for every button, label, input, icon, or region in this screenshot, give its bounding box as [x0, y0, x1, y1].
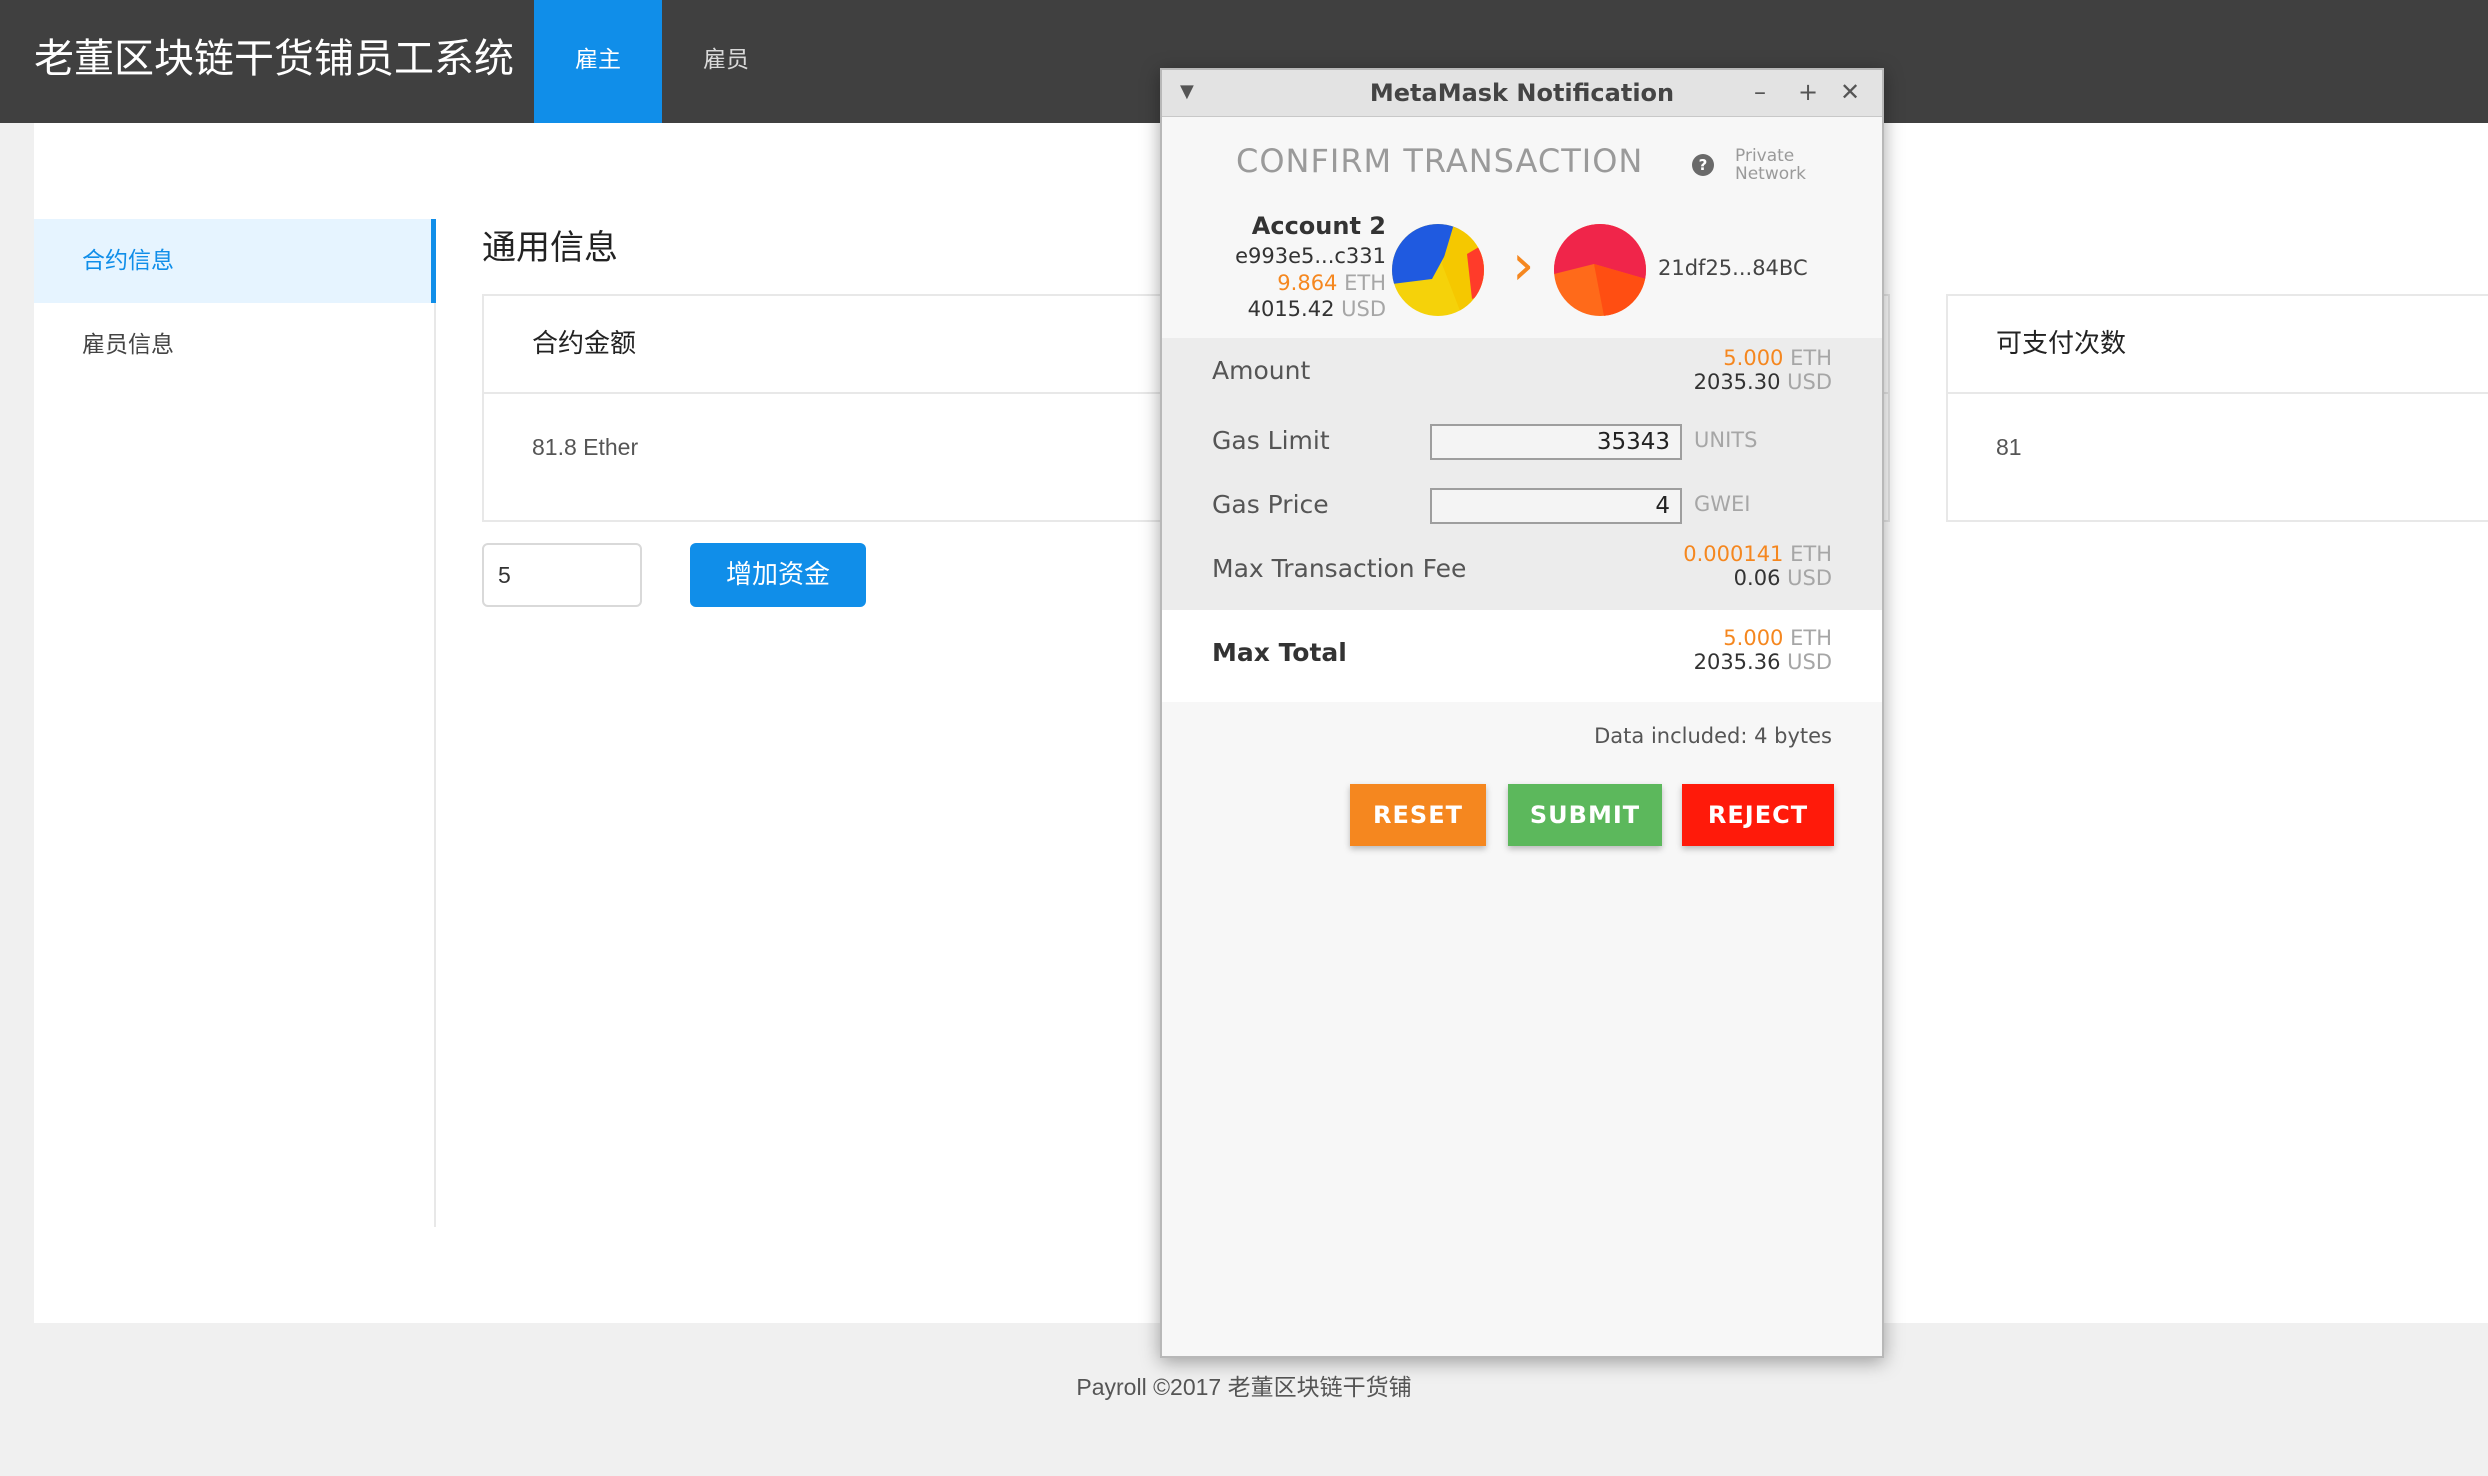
pay-count-card: 可支付次数 81 [1946, 294, 2488, 522]
eth-unit: ETH [1344, 271, 1386, 295]
gas-price-input[interactable]: 4 [1430, 488, 1682, 524]
account-address: e993e5...c331 [1235, 244, 1386, 268]
amount-eth: 5.000 [1723, 346, 1784, 370]
gas-price-label: Gas Price [1212, 490, 1329, 519]
amount-label: Amount [1212, 356, 1311, 385]
metamask-notification-window: ▼ MetaMask Notification – + ✕ CONFIRM TR… [1160, 68, 1884, 1358]
sidebar-item-contract-info[interactable]: 合约信息 [34, 219, 436, 303]
max-total-label: Max Total [1212, 638, 1347, 667]
max-total-value: 5.000 ETH 2035.36 USD [1694, 626, 1832, 674]
amount-value: 5.000 ETH 2035.30 USD [1694, 346, 1832, 394]
gas-price-unit: GWEI [1694, 492, 1751, 516]
contract-amount-value: 81.8 Ether [532, 434, 639, 460]
network-label: Private Network [1735, 147, 1806, 183]
submit-button[interactable]: SUBMIT [1508, 784, 1662, 846]
max-fee-eth: 0.000141 [1683, 542, 1784, 566]
usd-unit: USD [1787, 650, 1832, 674]
gas-limit-label: Gas Limit [1212, 426, 1330, 455]
transaction-details: Amount 5.000 ETH 2035.30 USD Gas Limit 3… [1162, 338, 1882, 610]
tab-employee[interactable]: 雇员 [662, 0, 790, 123]
maximize-icon[interactable]: + [1798, 70, 1818, 114]
max-fee-usd: 0.06 [1733, 566, 1781, 590]
network-line2: Network [1735, 164, 1806, 184]
arrow-right-icon: › [1512, 233, 1535, 298]
max-total-box: Max Total 5.000 ETH 2035.36 USD [1162, 610, 1882, 702]
account-eth-balance: 9.864 ETH [1277, 271, 1386, 295]
help-icon[interactable]: ? [1692, 154, 1714, 176]
window-title: MetaMask Notification [1369, 79, 1675, 107]
gas-limit-input[interactable]: 35343 [1430, 424, 1682, 460]
card-title: 可支付次数 [1948, 296, 2488, 394]
max-total-usd: 2035.36 [1693, 650, 1781, 674]
sender-identicon [1392, 224, 1484, 316]
gas-limit-unit: UNITS [1694, 428, 1758, 452]
window-titlebar: ▼ MetaMask Notification – + ✕ [1162, 70, 1882, 117]
footer-text: Payroll ©2017 老董区块链干货铺 [1076, 1374, 1412, 1400]
account-usd-balance: 4015.42 USD [1248, 297, 1386, 321]
usd-unit: USD [1787, 566, 1832, 590]
sidebar-item-employee-info[interactable]: 雇员信息 [34, 303, 432, 387]
max-fee-value: 0.000141 ETH 0.06 USD [1683, 542, 1832, 590]
tab-employer[interactable]: 雇主 [534, 0, 662, 123]
sidebar-menu: 合约信息 雇员信息 [34, 219, 436, 1227]
usd-unit: USD [1341, 297, 1386, 321]
close-icon[interactable]: ✕ [1840, 70, 1860, 114]
max-fee-label: Max Transaction Fee [1212, 554, 1467, 583]
eth-unit: ETH [1790, 542, 1832, 566]
eth-unit: ETH [1790, 346, 1832, 370]
pay-count-value: 81 [1996, 434, 2022, 460]
usd-unit: USD [1787, 370, 1832, 394]
add-fund-button[interactable]: 增加资金 [690, 543, 866, 607]
confirm-heading: CONFIRM TRANSACTION [1236, 142, 1644, 180]
app-title: 老董区块链干货铺员工系统 [34, 36, 514, 82]
recipient-address: 21df25...84BC [1658, 256, 1808, 280]
data-included-text: Data included: 4 bytes [1594, 724, 1832, 748]
account-name: Account 2 [1251, 212, 1386, 240]
recipient-identicon [1554, 224, 1646, 316]
reset-button[interactable]: RESET [1350, 784, 1486, 846]
amount-usd: 2035.30 [1693, 370, 1781, 394]
section-title: 通用信息 [482, 228, 618, 268]
max-total-eth: 5.000 [1723, 626, 1784, 650]
eth-balance-value: 9.864 [1277, 271, 1338, 295]
usd-balance-value: 4015.42 [1247, 297, 1335, 321]
minimize-icon[interactable]: – [1754, 70, 1766, 114]
reject-button[interactable]: REJECT [1682, 784, 1834, 846]
card-title: 合约金额 [484, 296, 1192, 394]
eth-unit: ETH [1790, 626, 1832, 650]
contract-amount-card: 合约金额 81.8 Ether [482, 294, 1194, 522]
fund-amount-input[interactable] [482, 543, 642, 607]
network-line1: Private [1735, 146, 1795, 166]
